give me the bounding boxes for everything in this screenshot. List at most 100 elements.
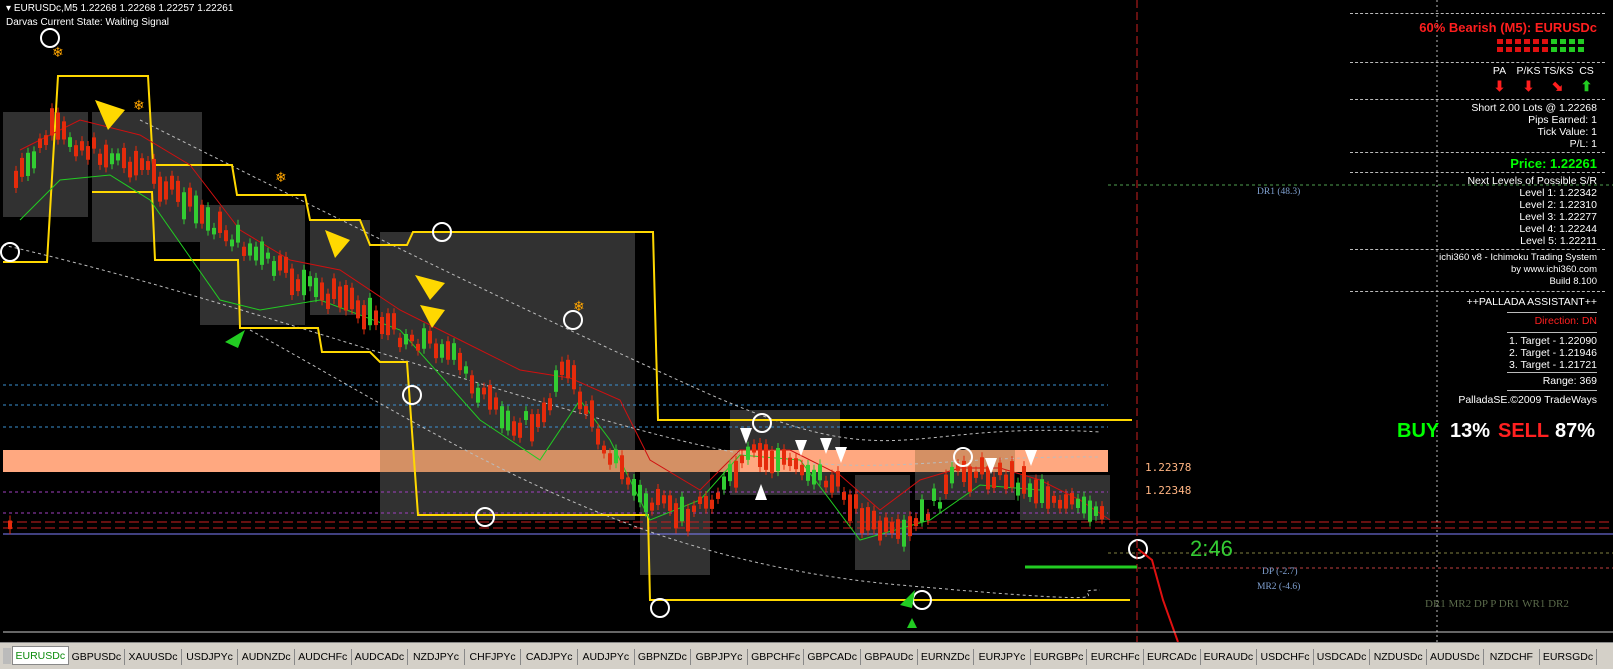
- candle-body: [266, 252, 270, 259]
- candle-body: [860, 508, 864, 534]
- strength-block: [1524, 39, 1530, 44]
- candle-body: [548, 398, 552, 411]
- candle-body: [656, 488, 660, 506]
- candle-body: [248, 243, 252, 256]
- position-info: Short 2.00 Lots @ 1.22268: [1471, 102, 1597, 114]
- tab-eurgbpc[interactable]: EURGBPc: [1031, 649, 1088, 665]
- indicator-grid: PA ⬇ P/KS ⬇ TS/KS ⬊ CS ⬆: [1485, 65, 1603, 95]
- tab-scroll-handle[interactable]: [3, 648, 11, 664]
- tab-usdjpyc[interactable]: USDJPYc: [182, 649, 239, 665]
- candle-body: [1088, 500, 1092, 522]
- candle-body: [602, 445, 606, 454]
- strength-block: [1560, 47, 1566, 52]
- tab-audcadc[interactable]: AUDCADc: [352, 649, 409, 665]
- pivot-dp-label: DP (-2.7): [1262, 567, 1298, 577]
- tab-audnzdc[interactable]: AUDNZDc: [238, 649, 295, 665]
- candle-body: [680, 496, 684, 522]
- level-1: Level 1: 1.22342: [1519, 187, 1597, 199]
- tab-gbpjpyc[interactable]: GBPJPYc: [691, 649, 748, 665]
- range: Range: 369: [1542, 375, 1597, 387]
- candle-body: [950, 466, 954, 484]
- pivot-mr2-label: MR2 (-4.6): [1257, 582, 1301, 592]
- candle-body: [614, 449, 618, 464]
- strength-block: [1542, 39, 1548, 44]
- tick-value: Tick Value: 1: [1537, 126, 1597, 138]
- candle-body: [968, 466, 972, 492]
- candle-body: [638, 484, 642, 503]
- candle-body: [1040, 479, 1044, 504]
- tab-eurchfc[interactable]: EURCHFc: [1087, 649, 1144, 665]
- tab-audjpyc[interactable]: AUDJPYc: [578, 649, 635, 665]
- candle-body: [158, 176, 162, 202]
- candle-body: [758, 443, 762, 468]
- candle-body: [866, 507, 870, 531]
- candle-body: [194, 195, 198, 224]
- svg-text:❄: ❄: [52, 44, 64, 60]
- candle-body: [128, 161, 132, 178]
- tab-xauusdc[interactable]: XAUUSDc: [125, 649, 182, 665]
- candle-body: [518, 422, 522, 438]
- candle-body: [692, 505, 696, 512]
- level-5: Level 5: 1.22211: [1520, 235, 1597, 247]
- direction: Direction: DN: [1534, 315, 1597, 327]
- candle-body: [188, 187, 192, 207]
- tab-gbpchfc[interactable]: GBPCHFc: [748, 649, 805, 665]
- candle-body: [830, 474, 834, 493]
- levels-header: Next Levels of Possible S/R: [1467, 175, 1597, 187]
- candle-body: [368, 297, 372, 326]
- tab-euraudc[interactable]: EURAUDc: [1201, 649, 1258, 665]
- candle-body: [1004, 474, 1008, 490]
- candle-body: [122, 147, 126, 169]
- candle-body: [842, 492, 846, 500]
- strength-block: [1524, 47, 1530, 52]
- tab-cadjpyc[interactable]: CADJPYc: [521, 649, 578, 665]
- candle-body: [1034, 479, 1038, 504]
- tab-usdchfc[interactable]: USDCHFc: [1257, 649, 1314, 665]
- tab-audchfc[interactable]: AUDCHFc: [295, 649, 352, 665]
- tab-gbpusdc[interactable]: GBPUSDc: [69, 649, 126, 665]
- candle-body: [236, 224, 240, 243]
- signal-down-right-icon: ⬊: [1551, 78, 1564, 94]
- candle-body: [764, 444, 768, 470]
- candle-body: [1082, 496, 1086, 514]
- strength-block: [1542, 47, 1548, 52]
- tab-audusdc[interactable]: AUDUSDc: [1427, 649, 1484, 665]
- candle-body: [944, 474, 948, 495]
- candle-body: [242, 246, 246, 256]
- bar-countdown: 2:46: [1190, 536, 1233, 561]
- signal-down-icon: ⬇: [1493, 78, 1506, 94]
- price-chart[interactable]: ❄ ❄ ❄ ❄: [0, 0, 1613, 642]
- target-2: 2. Target - 1.21946: [1509, 347, 1597, 359]
- candle-body: [410, 334, 414, 342]
- tab-eurcadc[interactable]: EURCADc: [1144, 649, 1201, 665]
- candle-body: [44, 135, 48, 146]
- brand-line-3: Build 8.100: [1549, 276, 1597, 287]
- candle-body: [878, 520, 882, 541]
- candle-body: [620, 455, 624, 480]
- candle-body: [464, 366, 468, 374]
- tab-eurnzdc[interactable]: EURNZDc: [918, 649, 975, 665]
- tab-nzdusdc[interactable]: NZDUSDc: [1370, 649, 1427, 665]
- tab-nzdjpyc[interactable]: NZDJPYc: [408, 649, 465, 665]
- candle-body: [962, 460, 966, 483]
- strength-block: [1569, 39, 1575, 44]
- panel-title: 60% Bearish (M5): EURUSDc: [1419, 20, 1597, 35]
- tab-eursgdc[interactable]: EURSGDc: [1540, 649, 1597, 665]
- tab-eurusdc[interactable]: EURUSDc: [12, 646, 69, 665]
- strength-block: [1560, 39, 1566, 44]
- candle-body: [848, 494, 852, 521]
- target-1: 1. Target - 1.22090: [1509, 335, 1597, 347]
- candle-body: [338, 286, 342, 308]
- tab-eurjpyc[interactable]: EURJPYc: [974, 649, 1031, 665]
- tab-gbpnzdc[interactable]: GBPNZDc: [635, 649, 692, 665]
- tab-gbpcadc[interactable]: GBPCADc: [804, 649, 861, 665]
- candle-body: [182, 192, 186, 220]
- candle-body: [746, 446, 750, 460]
- strength-block: [1551, 47, 1557, 52]
- tab-gbpaudc[interactable]: GBPAUDc: [861, 649, 918, 665]
- tab-nzdchf[interactable]: NZDCHF: [1484, 649, 1541, 665]
- candle-body: [320, 282, 324, 301]
- tab-chfjpyc[interactable]: CHFJPYc: [465, 649, 522, 665]
- candle-body: [380, 316, 384, 335]
- tab-usdcadc[interactable]: USDCADc: [1314, 649, 1371, 665]
